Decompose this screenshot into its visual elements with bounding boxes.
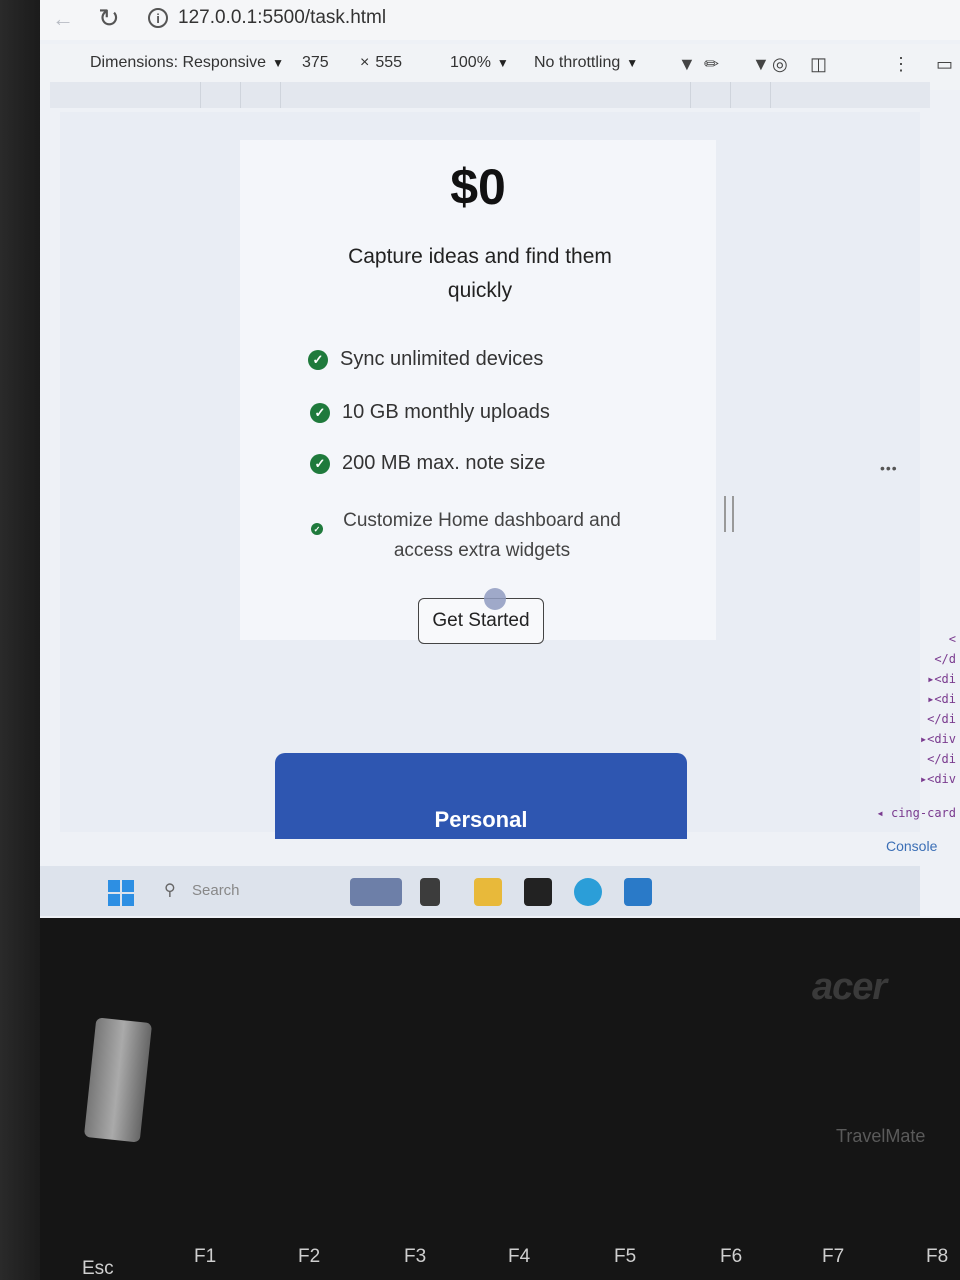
key-f8: F8 — [926, 1246, 949, 1267]
site-info-icon[interactable]: i — [148, 8, 168, 28]
key-f5: F5 — [614, 1246, 637, 1267]
key-f7: F7 — [822, 1246, 845, 1267]
key-f3: F3 — [404, 1246, 427, 1267]
touch-cursor — [484, 588, 506, 610]
edge-browser-icon[interactable] — [574, 878, 602, 906]
caret-down-icon[interactable]: ▼ — [678, 54, 696, 75]
dimensions-dropdown[interactable]: Dimensions: Responsive ▼ — [90, 54, 284, 72]
windows-start-icon[interactable] — [108, 880, 134, 906]
check-circle-icon: ✓ — [310, 402, 330, 423]
code-line[interactable]: ▸<div — [920, 772, 956, 786]
feature-text: Customize Home dashboard and access extr… — [343, 510, 621, 561]
feature-item: ✓ Sync unlimited devices — [308, 348, 543, 371]
emulated-viewport: $0 Capture ideas and find them quickly ✓… — [60, 112, 920, 839]
key-f6: F6 — [720, 1246, 743, 1267]
feature-item: ✓ 200 MB max. note size — [310, 452, 545, 475]
check-circle-icon: ✓ — [310, 453, 330, 474]
task-view-icon[interactable] — [420, 878, 440, 906]
caret-down-icon: ▼ — [272, 56, 284, 70]
throttling-label: No throttling — [534, 54, 621, 71]
widgets-icon[interactable] — [350, 878, 402, 906]
check-circle-icon: ✓ — [308, 349, 328, 370]
file-explorer-icon[interactable] — [474, 878, 502, 906]
caret-down-icon[interactable]: ▼ — [752, 54, 770, 75]
viewport-height-input[interactable]: 555 — [375, 54, 402, 72]
browser-address-bar: ← ↻ i 127.0.0.1:5500/task.html — [40, 0, 960, 40]
key-esc: Esc — [82, 1258, 114, 1279]
feature-text: 10 GB monthly uploads — [342, 401, 550, 423]
viewport-height-group: × 555 — [360, 54, 402, 72]
feature-list: ✓ Sync unlimited devices ✓ 10 GB monthly… — [240, 140, 716, 640]
laptop-brand-logo: acer — [812, 966, 887, 1008]
code-line[interactable]: ▸<di — [927, 692, 956, 706]
reload-icon[interactable]: ↻ — [98, 3, 120, 34]
media-query-ruler — [50, 82, 930, 108]
dimensions-label: Dimensions: Responsive — [90, 54, 267, 71]
code-line[interactable]: </di — [927, 712, 956, 726]
laptop-bezel-left — [0, 0, 40, 1280]
laptop-screen: ← ↻ i 127.0.0.1:5500/task.html Dimension… — [40, 0, 960, 918]
times-sign: × — [360, 54, 370, 71]
rotate-icon[interactable]: ◫ — [810, 54, 827, 75]
caret-down-icon: ▼ — [626, 56, 639, 70]
eyedropper-icon[interactable]: ✏ — [704, 54, 719, 75]
throttling-dropdown[interactable]: No throttling ▼ — [534, 54, 638, 72]
code-line[interactable]: ▸<div — [920, 732, 956, 746]
overflow-dots-icon[interactable]: ••• — [880, 460, 898, 476]
search-icon[interactable]: ⚲ — [164, 880, 176, 900]
code-line[interactable]: </d — [934, 652, 956, 666]
check-circle-icon: ✓ — [311, 523, 323, 535]
code-line[interactable]: < — [949, 632, 956, 646]
laptop-hinge — [83, 1017, 153, 1143]
key-f4: F4 — [508, 1246, 531, 1267]
laptop-model-label: TravelMate — [836, 1126, 926, 1146]
feature-item: ✓ 10 GB monthly uploads — [310, 401, 550, 424]
plan-title: Personal — [434, 807, 528, 832]
key-f1: F1 — [194, 1246, 217, 1267]
viewport-width-input[interactable]: 375 — [302, 54, 329, 72]
terminal-icon[interactable] — [524, 878, 552, 906]
back-arrow-icon[interactable]: ← — [52, 6, 74, 32]
viewport-resize-handle[interactable] — [724, 496, 734, 532]
taskbar-search[interactable]: Search — [192, 882, 240, 899]
pricing-card: $0 Capture ideas and find them quickly ✓… — [240, 140, 716, 644]
vscode-icon[interactable] — [624, 878, 652, 906]
taskbar: ⚲ Search — [40, 866, 920, 916]
key-f2: F2 — [298, 1246, 321, 1267]
url-text: 127.0.0.1:5500/task.html — [178, 7, 387, 28]
console-tab[interactable]: Console — [886, 838, 937, 854]
caret-down-icon: ▼ — [496, 56, 509, 70]
cast-icon[interactable]: ▭ — [936, 54, 953, 75]
get-started-button[interactable]: Get Started — [418, 598, 544, 644]
eye-icon[interactable]: ◎ — [772, 54, 788, 75]
code-line[interactable]: ▸<di — [927, 672, 956, 686]
pricing-card-personal: Personal — [275, 753, 687, 839]
url-field[interactable]: i 127.0.0.1:5500/task.html — [148, 3, 386, 33]
feature-text: 200 MB max. note size — [342, 452, 546, 474]
zoom-label: 100% — [450, 54, 491, 71]
code-line[interactable]: ◂ cing-card — [877, 806, 956, 820]
feature-text: Sync unlimited devices — [340, 348, 544, 370]
zoom-dropdown[interactable]: 100% ▼ — [450, 54, 509, 72]
code-line[interactable]: </di — [927, 752, 956, 766]
more-options-icon[interactable]: ⋮ — [892, 54, 910, 75]
